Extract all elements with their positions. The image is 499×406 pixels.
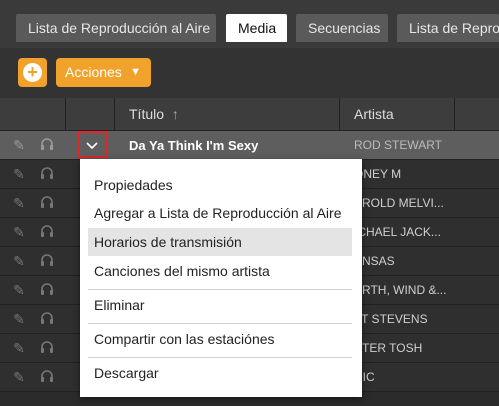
menu-item-descargar[interactable]: Descargar <box>88 359 352 387</box>
headphones-icon[interactable] <box>39 253 55 269</box>
row-actions: ✎ <box>0 160 66 189</box>
headphones-icon[interactable] <box>39 340 55 356</box>
sort-ascending-icon: ↑ <box>171 106 179 122</box>
chevron-down-icon <box>86 141 98 149</box>
pencil-icon[interactable]: ✎ <box>11 253 27 269</box>
chevron-down-icon: ▼ <box>130 66 141 78</box>
menu-item-propiedades[interactable]: Propiedades <box>88 171 352 199</box>
row-artist: ONEY M <box>354 167 402 181</box>
menu-item-eliminar[interactable]: Eliminar <box>88 291 352 319</box>
row-artist: ROD STEWART <box>354 138 443 152</box>
menu-item-canciones-artista[interactable]: Canciones del mismo artista <box>88 257 352 285</box>
header-artista-label: Artista <box>354 106 394 122</box>
row-actions: ✎ <box>0 189 66 218</box>
plus-icon: + <box>23 63 42 82</box>
menu-item-agregar-lista[interactable]: Agregar a Lista de Reproducción al Aire <box>88 199 352 227</box>
pencil-icon[interactable]: ✎ <box>11 224 27 240</box>
pencil-icon[interactable]: ✎ <box>11 369 27 385</box>
row-artist: HIC <box>354 370 375 384</box>
row-actions: ✎ <box>0 363 66 392</box>
row-artist: ETER TOSH <box>354 341 423 355</box>
headphones-icon[interactable] <box>39 311 55 327</box>
table-row[interactable]: ✎ Da Ya Think I'm Sexy ROD STEWART <box>0 131 499 160</box>
row-title: Da Ya Think I'm Sexy <box>129 138 259 153</box>
header-artista[interactable]: Artista <box>340 98 455 130</box>
row-artist: ICHAEL JACK... <box>354 225 441 239</box>
row-actions: ✎ <box>0 305 66 334</box>
headphones-icon[interactable] <box>39 282 55 298</box>
menu-item-compartir[interactable]: Compartir con las estaciónes <box>88 325 352 353</box>
row-artist: AT STEVENS <box>354 312 428 326</box>
tab-bar: Lista de Reproducción al Aire Media Secu… <box>0 0 499 48</box>
headphones-icon[interactable] <box>39 195 55 211</box>
menu-divider <box>88 357 352 358</box>
tab-media[interactable]: Media <box>226 14 287 42</box>
pencil-icon[interactable]: ✎ <box>11 282 27 298</box>
row-artist: AROLD MELVI... <box>354 196 444 210</box>
menu-divider <box>88 289 352 290</box>
headphones-icon[interactable] <box>39 224 55 240</box>
pencil-icon[interactable]: ✎ <box>11 195 27 211</box>
pencil-icon[interactable]: ✎ <box>11 166 27 182</box>
table-header: Título ↑ Artista <box>0 98 499 131</box>
tab-lista-reproduccion-partial[interactable]: Lista de Reproc <box>397 14 499 42</box>
row-actions: ✎ <box>0 334 66 363</box>
headphones-icon[interactable] <box>39 369 55 385</box>
row-actions: ✎ <box>0 131 66 160</box>
row-actions: ✎ <box>0 247 66 276</box>
menu-item-horarios[interactable]: Horarios de transmisión <box>88 228 352 256</box>
headphones-icon[interactable] <box>39 166 55 182</box>
acciones-label: Acciones <box>65 64 122 80</box>
pencil-icon[interactable]: ✎ <box>11 137 27 153</box>
header-titulo[interactable]: Título ↑ <box>115 98 340 130</box>
toolbar: + Acciones ▼ <box>0 48 499 98</box>
tab-lista-reproduccion-aire[interactable]: Lista de Reproducción al Aire <box>16 14 216 42</box>
row-artist: ANSAS <box>354 254 395 268</box>
acciones-button[interactable]: Acciones ▼ <box>56 58 151 87</box>
pencil-icon[interactable]: ✎ <box>11 340 27 356</box>
row-expand-button[interactable] <box>77 131 107 158</box>
headphones-icon[interactable] <box>39 137 55 153</box>
row-actions: ✎ <box>0 218 66 247</box>
header-expand-column <box>66 98 115 130</box>
row-artist: ARTH, WIND &... <box>354 283 447 297</box>
context-menu: Propiedades Agregar a Lista de Reproducc… <box>80 159 362 397</box>
add-button[interactable]: + <box>18 58 47 87</box>
header-titulo-label: Título <box>129 106 165 122</box>
menu-divider <box>88 323 352 324</box>
tab-secuencias[interactable]: Secuencias <box>296 14 388 42</box>
header-icons-column <box>0 98 66 130</box>
pencil-icon[interactable]: ✎ <box>11 311 27 327</box>
row-actions: ✎ <box>0 276 66 305</box>
